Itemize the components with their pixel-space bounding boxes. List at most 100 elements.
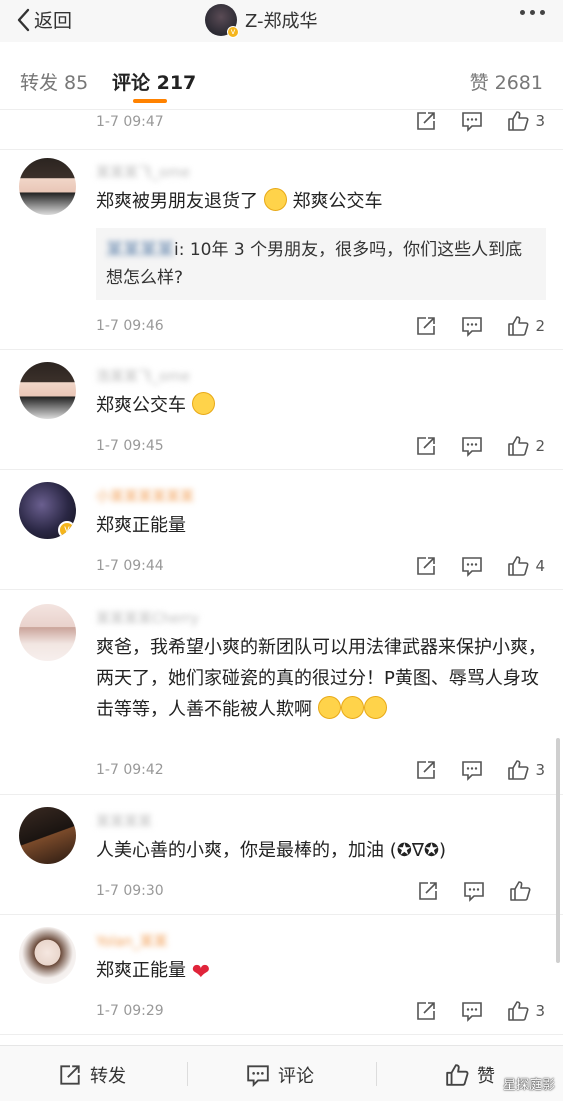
comment-item: 某某某某 人美心善的小爽，你是最棒的，加油 (✪∇✪) 1-7 09:30 bbox=[0, 795, 563, 915]
like-button[interactable] bbox=[509, 880, 545, 902]
share-icon bbox=[419, 882, 437, 900]
tab-like[interactable]: 赞 2681 bbox=[470, 68, 543, 95]
comment-item: 浩某某飞_ome 郑爽公交车 1-7 09:45 2 bbox=[0, 350, 563, 470]
share-icon bbox=[417, 1002, 436, 1020]
comment-item: Yolan_某某 郑爽正能量 ❤ 1-7 09:29 3 bbox=[0, 915, 563, 1035]
comment-button[interactable] bbox=[461, 435, 483, 457]
list-item: 1-7 09:47 3 bbox=[0, 110, 563, 150]
like-bottom-button[interactable]: 赞 bbox=[445, 1062, 495, 1088]
comment-text-part: 郑爽被男朋友退货了 bbox=[96, 191, 258, 212]
more-icon bbox=[520, 10, 525, 15]
divider bbox=[187, 1062, 188, 1086]
more-icon bbox=[530, 10, 535, 15]
like-button[interactable]: 3 bbox=[507, 759, 545, 781]
scrollbar[interactable] bbox=[556, 738, 560, 963]
share-button[interactable] bbox=[415, 110, 437, 132]
comment-button[interactable] bbox=[461, 759, 483, 781]
quoted-username[interactable]: 某某某某 bbox=[106, 240, 174, 260]
like-button[interactable]: 3 bbox=[507, 1000, 545, 1022]
comment-username[interactable]: 某某某某Cherry bbox=[96, 608, 199, 627]
avatar[interactable] bbox=[19, 927, 76, 984]
comment-actions: 3 bbox=[391, 1000, 545, 1022]
comment-username[interactable]: 小某某某某某某 bbox=[96, 486, 194, 505]
comment-actions bbox=[393, 880, 545, 902]
comment-icon bbox=[462, 317, 483, 337]
comment-text: 人美心善的小爽，你是最棒的，加油 (✪∇✪) bbox=[96, 840, 446, 861]
nav-title[interactable]: v Z-郑成华 bbox=[205, 4, 318, 38]
like-button[interactable]: 4 bbox=[507, 555, 545, 577]
comment-button[interactable] bbox=[461, 555, 483, 577]
hug-emoji-icon bbox=[340, 696, 364, 719]
like-button[interactable]: 2 bbox=[507, 435, 545, 457]
heart-emoji-icon: ❤ bbox=[191, 960, 211, 985]
quoted-reply[interactable]: 某某某某i: 10年 3 个男朋友，很多吗，你们这些人到底想怎么样? bbox=[96, 228, 546, 300]
comment-button[interactable] bbox=[463, 880, 485, 902]
comment-icon bbox=[462, 1002, 483, 1022]
repost-button[interactable]: 转发 bbox=[58, 1062, 126, 1088]
tab-comment[interactable]: 评论 217 bbox=[112, 68, 196, 95]
comment-button[interactable] bbox=[461, 1000, 483, 1022]
avatar[interactable] bbox=[19, 807, 76, 864]
thumb-up-icon bbox=[508, 760, 529, 780]
like-count: 3 bbox=[535, 112, 545, 130]
thumb-up-icon bbox=[508, 556, 529, 576]
hug-emoji-icon bbox=[317, 696, 341, 719]
watermark: 星探庭影 bbox=[502, 1078, 555, 1093]
share-button[interactable] bbox=[415, 1000, 437, 1022]
avatar: v bbox=[205, 4, 239, 38]
comment-actions: 4 bbox=[391, 555, 545, 577]
comment-actions: 3 bbox=[391, 110, 545, 132]
comment-icon bbox=[247, 1065, 269, 1087]
thumb-up-icon bbox=[508, 436, 529, 456]
thumb-up-icon bbox=[508, 111, 529, 131]
comment-username[interactable]: 浩某某飞_ome bbox=[96, 366, 190, 385]
chevron-left-icon bbox=[17, 8, 30, 31]
comment-button[interactable] bbox=[461, 315, 483, 337]
comment-username[interactable]: 某某某飞_ome bbox=[96, 162, 190, 181]
comment-actions: 3 bbox=[391, 759, 545, 781]
comment-actions: 2 bbox=[391, 315, 545, 337]
like-count: 3 bbox=[535, 1002, 545, 1020]
avatar[interactable] bbox=[19, 604, 76, 661]
comment-button[interactable] bbox=[461, 110, 483, 132]
share-icon bbox=[60, 1065, 80, 1085]
more-button[interactable] bbox=[520, 10, 545, 15]
hug-emoji-icon bbox=[363, 696, 387, 719]
verified-icon: v bbox=[227, 26, 239, 38]
divider bbox=[376, 1062, 377, 1086]
comment-text: 爽爸，我希望小爽的新团队可以用法律武器来保护小爽，两天了，她们家碰瓷的真的很过分… bbox=[96, 632, 548, 725]
comment-text-part: 郑爽公交车 bbox=[96, 395, 186, 416]
comment-bottom-button[interactable]: 评论 bbox=[246, 1062, 314, 1088]
comment-time: 1-7 09:29 bbox=[96, 1003, 164, 1019]
share-button[interactable] bbox=[415, 435, 437, 457]
avatar[interactable] bbox=[19, 158, 76, 215]
share-button[interactable] bbox=[415, 315, 437, 337]
share-button[interactable] bbox=[415, 555, 437, 577]
back-button[interactable]: 返回 bbox=[14, 6, 72, 33]
comment-icon bbox=[462, 112, 483, 132]
verified-icon: v bbox=[58, 521, 76, 539]
avatar[interactable] bbox=[19, 362, 76, 419]
comment-username[interactable]: Yolan_某某 bbox=[96, 931, 168, 950]
comment-time: 1-7 09:42 bbox=[96, 762, 164, 778]
comment-text: 郑爽公交车 bbox=[96, 390, 215, 421]
tab-repost[interactable]: 转发 85 bbox=[20, 68, 88, 95]
thumb-up-icon bbox=[446, 1064, 469, 1086]
like-button[interactable]: 3 bbox=[507, 110, 545, 132]
like-count: 2 bbox=[535, 437, 545, 455]
avatar[interactable]: v bbox=[19, 482, 76, 539]
back-label: 返回 bbox=[34, 10, 73, 32]
tab-active-indicator bbox=[133, 99, 167, 103]
comment-icon bbox=[462, 557, 483, 577]
thumb-up-icon bbox=[510, 881, 531, 901]
comment-username[interactable]: 某某某某 bbox=[96, 811, 152, 830]
comment-text-part: 郑爽正能量 bbox=[96, 960, 186, 981]
share-button[interactable] bbox=[415, 759, 437, 781]
comment-item: 某某某某Cherry 爽爸，我希望小爽的新团队可以用法律武器来保护小爽，两天了，… bbox=[0, 590, 563, 795]
comment-actions: 2 bbox=[391, 435, 545, 457]
comment-time: 1-7 09:30 bbox=[96, 883, 164, 899]
share-button[interactable] bbox=[417, 880, 439, 902]
like-button[interactable]: 2 bbox=[507, 315, 545, 337]
laugh-emoji-icon bbox=[191, 392, 215, 415]
more-icon bbox=[540, 10, 545, 15]
